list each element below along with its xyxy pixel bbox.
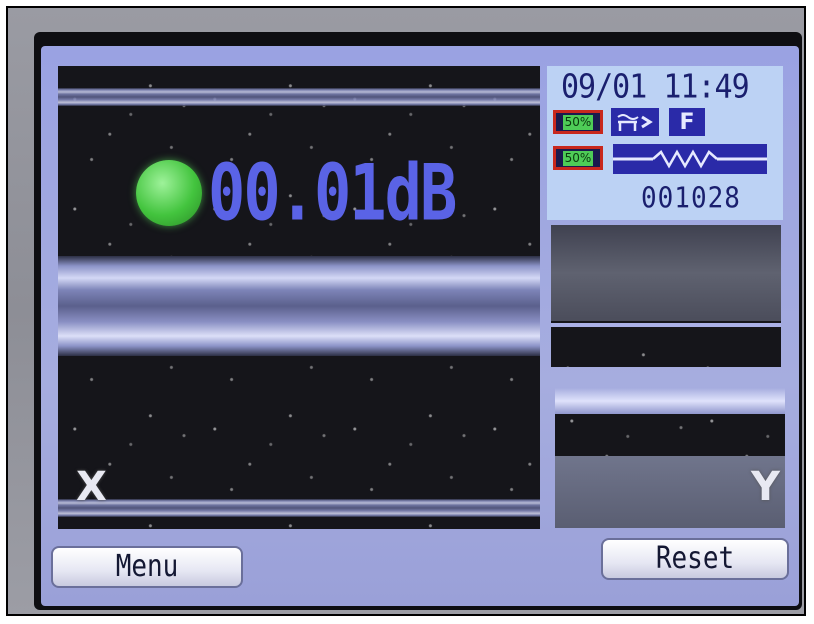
splicer-screen: 00.01dB X 09/01 11:49 50% F 50% 001028 Y… <box>41 46 799 606</box>
battery-2-indicator: 50% <box>553 146 603 170</box>
mode-f-icon: F <box>669 108 705 136</box>
reset-button[interactable]: Reset <box>601 538 789 580</box>
fiber-core-band <box>555 388 785 414</box>
fiber-core-band <box>58 256 540 356</box>
fiber-view-y-lower: Y <box>555 388 785 528</box>
datetime: 09/01 11:49 <box>561 68 750 107</box>
splice-loss-readout: 00.01dB <box>136 147 457 238</box>
fiber-edge-top <box>58 88 540 106</box>
fiber-view-y-upper <box>551 225 781 367</box>
menu-button-label: Menu <box>115 549 179 585</box>
status-panel: 09/01 11:49 50% F 50% 001028 <box>547 66 783 220</box>
heater-arrow-icon <box>611 108 659 136</box>
view-x-label: X <box>76 464 107 510</box>
fiber-core-line <box>551 323 781 327</box>
menu-button[interactable]: Menu <box>51 546 243 588</box>
view-y-label: Y <box>751 464 780 510</box>
loss-value: 00.01dB <box>208 146 457 239</box>
splice-counter: 001028 <box>641 182 741 215</box>
arc-zigzag-icon <box>613 144 767 174</box>
reset-button-label: Reset <box>655 541 735 577</box>
device-photo-frame: 00.01dB X 09/01 11:49 50% F 50% 001028 Y… <box>6 6 806 616</box>
fiber-view-x: 00.01dB X <box>58 66 540 529</box>
status-dot-icon <box>136 159 202 226</box>
fiber-edge-top <box>551 225 781 321</box>
battery-1-level: 50% <box>562 114 594 130</box>
battery-2-level: 50% <box>562 150 594 166</box>
fiber-edge-bottom <box>58 499 540 517</box>
battery-1-indicator: 50% <box>553 110 603 134</box>
